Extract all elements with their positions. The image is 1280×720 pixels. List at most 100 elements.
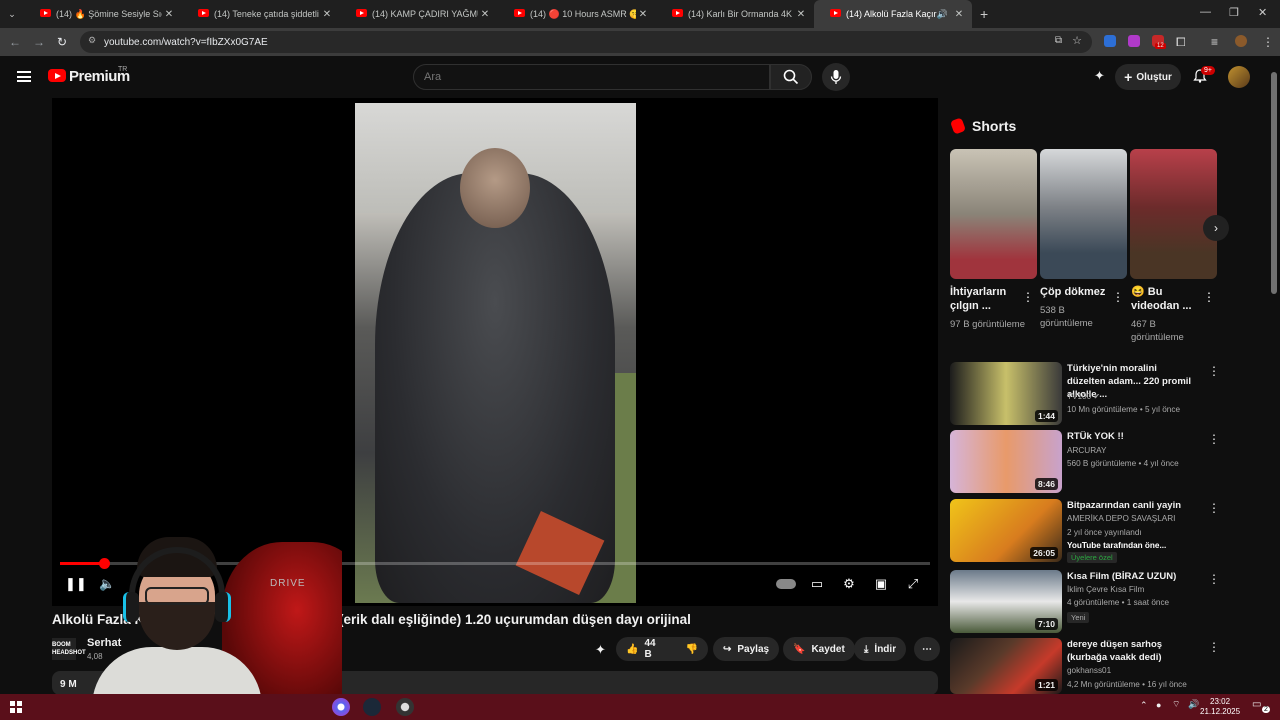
- browser-tab[interactable]: (14) 🔴 10 Hours ASMR 🤫 Ove✕: [498, 0, 656, 28]
- notification-center-icon[interactable]: ▭: [1252, 699, 1261, 710]
- autoplay-toggle[interactable]: [776, 579, 796, 589]
- more-vert-icon[interactable]: ⋮: [1208, 364, 1220, 378]
- browser-tab[interactable]: (14) 🔥 Şömine Sesiyle Sıcacık Kış✕: [24, 0, 182, 28]
- related-channel[interactable]: gokhanss01: [1067, 666, 1111, 675]
- close-window-icon[interactable]: ✕: [1258, 6, 1267, 19]
- network-icon[interactable]: ⌔: [1172, 699, 1180, 710]
- related-channel[interactable]: TV100 ✔: [1067, 391, 1100, 401]
- video-thumbnail[interactable]: 1:21: [950, 638, 1062, 694]
- more-horiz-icon: ⋯: [922, 643, 932, 655]
- hamburger-menu-icon[interactable]: [17, 71, 31, 82]
- app-icon[interactable]: [332, 698, 350, 716]
- more-vert-icon[interactable]: ⋮: [1208, 501, 1220, 515]
- speaker-icon[interactable]: 🔊: [937, 9, 948, 20]
- reload-icon[interactable]: ↻: [57, 35, 67, 49]
- steam-icon[interactable]: [363, 698, 381, 716]
- dislike-icon[interactable]: 👎: [686, 644, 698, 655]
- voice-search-button[interactable]: [822, 63, 850, 91]
- url-bar[interactable]: ⚙ youtube.com/watch?v=fIbZXx0G7AE ⧉ ☆: [80, 31, 1092, 53]
- install-icon[interactable]: ⧉: [1055, 35, 1062, 46]
- related-video[interactable]: 1:21 dereye düşen sarhoş (kurbağa vaakk …: [950, 638, 1220, 702]
- chrome-icon[interactable]: [396, 698, 414, 716]
- related-video[interactable]: 8:46 RTÜk YOK !! ARCURAY 560 B görüntüle…: [950, 430, 1220, 494]
- like-count[interactable]: 44 B: [644, 638, 665, 660]
- new-tab-button[interactable]: +: [980, 6, 988, 22]
- back-icon[interactable]: ←: [9, 35, 21, 49]
- minimize-icon[interactable]: —: [1200, 6, 1211, 18]
- video-frame[interactable]: [355, 103, 636, 603]
- browser-tab[interactable]: (14) Karlı Bir Ormanda 4K Kamp✕: [656, 0, 814, 28]
- related-title[interactable]: dereye düşen sarhoş (kurbağa vaakk dedi): [1067, 638, 1197, 664]
- extension-icon[interactable]: [1128, 35, 1140, 47]
- video-thumbnail[interactable]: 1:44: [950, 362, 1062, 425]
- browser-tab[interactable]: (14) Teneke çatıda şiddetli yağmur✕: [182, 0, 340, 28]
- related-title[interactable]: RTÜk YOK !!: [1067, 430, 1197, 443]
- browser-menu-icon[interactable]: ⋮: [1262, 35, 1274, 49]
- short-title[interactable]: 😆 Bu videodan ...: [1131, 285, 1209, 313]
- mic-tray-icon[interactable]: ●: [1156, 700, 1161, 710]
- volume-tray-icon[interactable]: 🔊: [1188, 699, 1199, 710]
- short-thumbnail[interactable]: [1040, 149, 1127, 279]
- close-tab-icon[interactable]: ✕: [320, 9, 334, 20]
- windows-start-icon[interactable]: [10, 701, 22, 713]
- maximize-icon[interactable]: ❐: [1229, 6, 1239, 19]
- site-info-icon[interactable]: ⚙: [88, 35, 96, 46]
- youtube-logo-icon[interactable]: [48, 69, 66, 82]
- download-button[interactable]: ⤓ İndir: [854, 637, 907, 661]
- reading-list-icon[interactable]: ≡: [1211, 35, 1218, 49]
- share-button[interactable]: ↪ Paylaş: [713, 637, 780, 661]
- browser-tab-active[interactable]: (14) Alkolü Fazla Kaçırınca Uç🔊✕: [814, 0, 972, 28]
- more-vert-icon[interactable]: ⋮: [1203, 290, 1215, 304]
- system-clock[interactable]: 23:02 21.12.2025: [1200, 697, 1240, 717]
- search-button[interactable]: [770, 64, 812, 90]
- video-thumbnail[interactable]: 7:10: [950, 570, 1062, 633]
- video-thumbnail[interactable]: 8:46: [950, 430, 1062, 493]
- search-input[interactable]: [413, 64, 770, 90]
- close-tab-icon[interactable]: ✕: [478, 9, 492, 20]
- settings-gear-icon[interactable]: ⚙: [841, 576, 857, 592]
- related-channel[interactable]: ARCURAY: [1067, 446, 1106, 455]
- related-video[interactable]: 26:05 Bitpazarından canli yayin AMERİKA …: [950, 499, 1220, 563]
- video-thumbnail[interactable]: 26:05: [950, 499, 1062, 562]
- more-vert-icon[interactable]: ⋮: [1112, 290, 1124, 304]
- subtitles-icon[interactable]: ▭: [809, 576, 825, 592]
- related-video[interactable]: 1:44 Türkiye'nin moralini düzelten adam.…: [950, 362, 1220, 426]
- profile-avatar-icon[interactable]: [1235, 35, 1247, 47]
- related-channel[interactable]: İklim Çevre Kısa Film: [1067, 585, 1144, 594]
- related-title[interactable]: Kısa Film (BİRAZ UZUN): [1067, 570, 1197, 583]
- headset-ear: [215, 592, 231, 622]
- bookmark-star-icon[interactable]: ☆: [1072, 34, 1082, 47]
- ai-sparkle-icon[interactable]: ✦: [1094, 68, 1105, 84]
- shorts-next-icon[interactable]: ›: [1203, 215, 1229, 241]
- browser-tab[interactable]: (14) KAMP ÇADIRI YAĞMUR SESİ✕: [340, 0, 498, 28]
- close-tab-icon[interactable]: ✕: [794, 9, 808, 20]
- related-title[interactable]: Bitpazarından canli yayin: [1067, 499, 1197, 512]
- extensions-puzzle-icon[interactable]: ⧠: [1176, 35, 1186, 50]
- save-button[interactable]: 🔖 Kaydet: [783, 637, 855, 661]
- more-vert-icon[interactable]: ⋮: [1208, 640, 1220, 654]
- like-icon[interactable]: 👍: [626, 644, 638, 655]
- related-channel[interactable]: AMERİKA DEPO SAVAŞLARI: [1067, 514, 1175, 523]
- miniplayer-icon[interactable]: ▣: [873, 576, 889, 592]
- more-vert-icon[interactable]: ⋮: [1022, 290, 1034, 304]
- account-avatar[interactable]: [1228, 66, 1250, 88]
- short-thumbnail[interactable]: [950, 149, 1037, 279]
- short-title[interactable]: İhtiyarların çılgın ...: [950, 285, 1028, 313]
- tray-chevron-icon[interactable]: ⌃: [1140, 700, 1148, 711]
- more-actions-button[interactable]: ⋯: [914, 637, 940, 661]
- short-thumbnail[interactable]: [1130, 149, 1217, 279]
- fullscreen-icon[interactable]: ⤢: [905, 576, 921, 592]
- forward-icon[interactable]: →: [33, 35, 45, 49]
- more-vert-icon[interactable]: ⋮: [1208, 572, 1220, 586]
- short-title[interactable]: Çöp dökmez: [1040, 285, 1118, 299]
- close-tab-icon[interactable]: ✕: [162, 9, 176, 20]
- more-vert-icon[interactable]: ⋮: [1208, 432, 1220, 446]
- create-button[interactable]: + Oluştur: [1115, 64, 1181, 90]
- ai-sparkle-icon[interactable]: ✦: [595, 642, 606, 658]
- close-tab-icon[interactable]: ✕: [636, 9, 650, 20]
- page-scrollbar[interactable]: [1271, 72, 1277, 294]
- close-tab-icon[interactable]: ✕: [952, 9, 966, 20]
- related-video[interactable]: 7:10 Kısa Film (BİRAZ UZUN) İklim Çevre …: [950, 570, 1220, 634]
- tab-list-chevron-icon[interactable]: ⌄: [0, 9, 24, 20]
- extension-icon[interactable]: [1104, 35, 1116, 47]
